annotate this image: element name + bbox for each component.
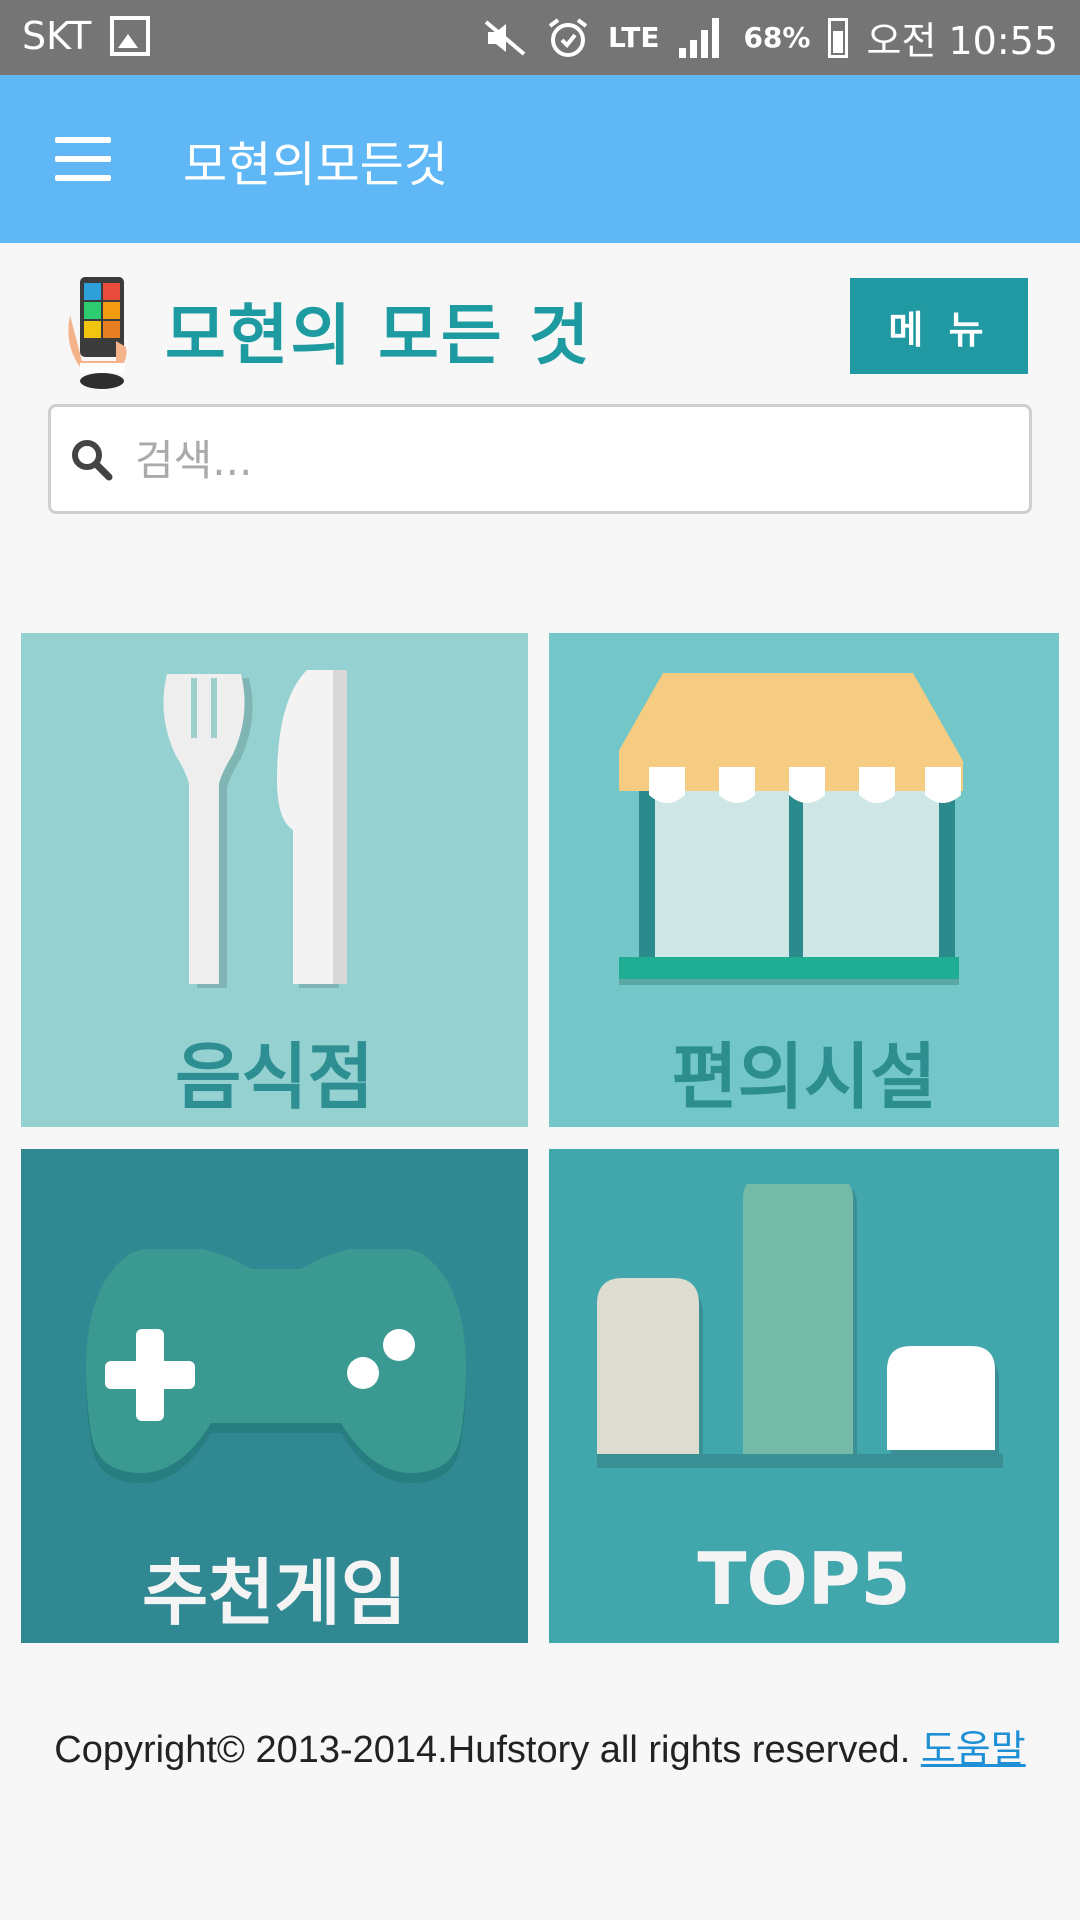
copyright-text: Copyright© 2013-2014.Hufstory all rights… xyxy=(54,1729,911,1771)
search-bar[interactable] xyxy=(48,404,1032,514)
alarm-icon xyxy=(548,17,588,57)
gallery-icon xyxy=(110,16,150,56)
mute-icon xyxy=(484,19,526,56)
footer: Copyright© 2013-2014.Hufstory all rights… xyxy=(0,1718,1080,1773)
tile-facilities[interactable]: 편의시설 xyxy=(549,633,1059,1127)
tile-games[interactable]: 추천게임 xyxy=(21,1149,528,1643)
carrier-label: SKT xyxy=(22,14,92,58)
tile-restaurants[interactable]: 음식점 xyxy=(21,633,528,1127)
tile-top5[interactable]: TOP5 xyxy=(549,1149,1059,1643)
gamepad-icon xyxy=(86,1249,466,1483)
network-label: LTE xyxy=(608,21,660,54)
status-bar: SKT LTE 68% 오전 10:55 xyxy=(0,0,1080,75)
tile-label-top5: TOP5 xyxy=(697,1537,911,1621)
phone-logo-icon xyxy=(68,277,127,389)
status-icons: LTE 68% 오전 10:55 xyxy=(482,10,1058,65)
fork-knife-icon xyxy=(163,670,347,988)
tile-label-games: 추천게임 xyxy=(142,1551,407,1635)
tile-label-facilities: 편의시설 xyxy=(671,1035,937,1119)
help-link[interactable]: 도움말 xyxy=(921,1729,1026,1771)
app-title: 모현의모든것 xyxy=(183,137,448,193)
signal-icon xyxy=(679,17,720,58)
search-input[interactable] xyxy=(133,425,1017,495)
app-bar: 모현의모든것 xyxy=(0,75,1080,243)
bar-chart-icon xyxy=(597,1184,1003,1468)
brand-title: 모현의 모든 것 xyxy=(165,297,592,374)
tile-label-restaurants: 음식점 xyxy=(175,1035,374,1119)
store-icon xyxy=(619,673,963,985)
clock: 오전 10:55 xyxy=(866,19,1058,63)
battery-icon xyxy=(828,17,849,58)
hamburger-icon[interactable] xyxy=(55,137,111,181)
battery-percent: 68% xyxy=(743,21,811,54)
search-icon xyxy=(72,440,113,481)
menu-button[interactable]: 메 뉴 xyxy=(850,278,1028,374)
